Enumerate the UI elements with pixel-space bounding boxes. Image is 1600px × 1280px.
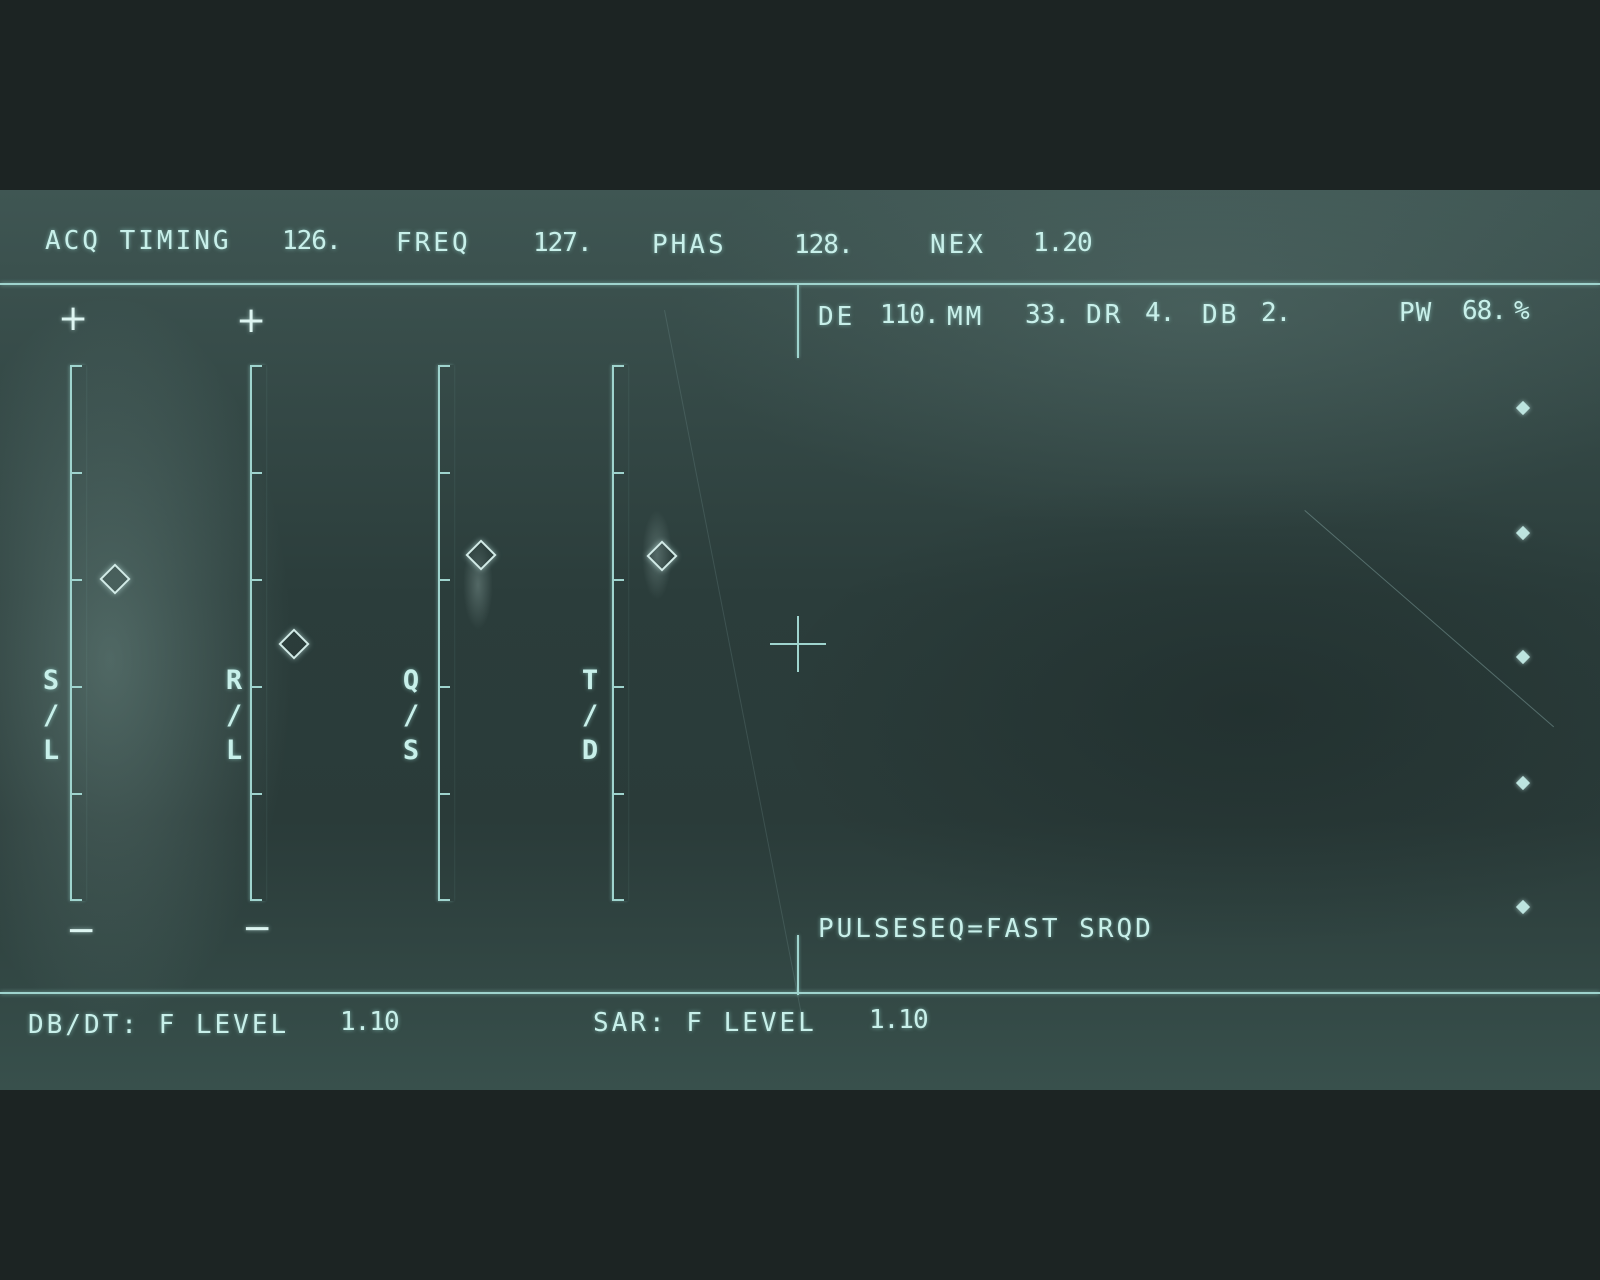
db-label: DB <box>1202 300 1240 330</box>
de-value: 110. <box>880 300 940 330</box>
sl-axis-label: S / L <box>42 665 60 766</box>
qs-axis-label: Q / S <box>402 665 420 766</box>
scale-marker-1 <box>1515 400 1531 416</box>
sl-plus-icon: + <box>58 298 89 339</box>
freq-value: 127. <box>533 228 593 258</box>
sl-minus-icon: − <box>66 910 97 951</box>
screen-scratch-2 <box>664 310 803 1017</box>
mm-label: MM <box>947 302 985 332</box>
de-label: DE <box>818 302 856 332</box>
screen-scratch <box>1304 510 1555 728</box>
phas-label: PHAS <box>652 230 727 260</box>
scale-marker-2 <box>1515 525 1531 541</box>
mm-value: 33. <box>1025 300 1070 330</box>
sar-label: SAR: F LEVEL <box>593 1008 817 1038</box>
pw-label: PW <box>1399 298 1433 328</box>
pulse-divider <box>797 935 799 995</box>
nex-value: 1.20 <box>1033 228 1093 258</box>
dbdt-value: 1.10 <box>340 1007 400 1037</box>
freq-label: FREQ <box>396 228 471 258</box>
td-axis-label: T / D <box>581 665 599 766</box>
pw-unit: % <box>1514 296 1533 326</box>
dbdt-label: DB/DT: F LEVEL <box>28 1010 290 1040</box>
sar-value: 1.10 <box>869 1005 929 1035</box>
dr-label: DR <box>1086 300 1124 330</box>
db-value: 2. <box>1261 298 1291 328</box>
sl-position-marker[interactable] <box>99 563 131 595</box>
scale-marker-5 <box>1515 899 1531 915</box>
top-divider <box>0 283 1600 285</box>
acq-timing-value: 126. <box>282 226 342 256</box>
phas-value: 128. <box>794 230 854 260</box>
acq-timing-label: ACQ TIMING <box>45 226 232 256</box>
bottom-divider <box>0 992 1600 994</box>
rl-axis-label: R / L <box>225 665 243 766</box>
scale-marker-3 <box>1515 649 1531 665</box>
nex-label: NEX <box>930 230 986 260</box>
scale-marker-4 <box>1515 775 1531 791</box>
crosshair-vertical <box>797 616 799 672</box>
params-divider <box>797 285 799 358</box>
rl-minus-icon: − <box>242 908 273 949</box>
crt-display: ACQ TIMING 126. FREQ 127. PHAS 128. NEX … <box>0 190 1600 1090</box>
pulse-sequence-text: PULSESEQ=FAST SRQD <box>818 914 1154 944</box>
rl-plus-icon: + <box>236 300 267 341</box>
dr-value: 4. <box>1145 298 1175 328</box>
pw-value: 68. <box>1462 296 1507 326</box>
